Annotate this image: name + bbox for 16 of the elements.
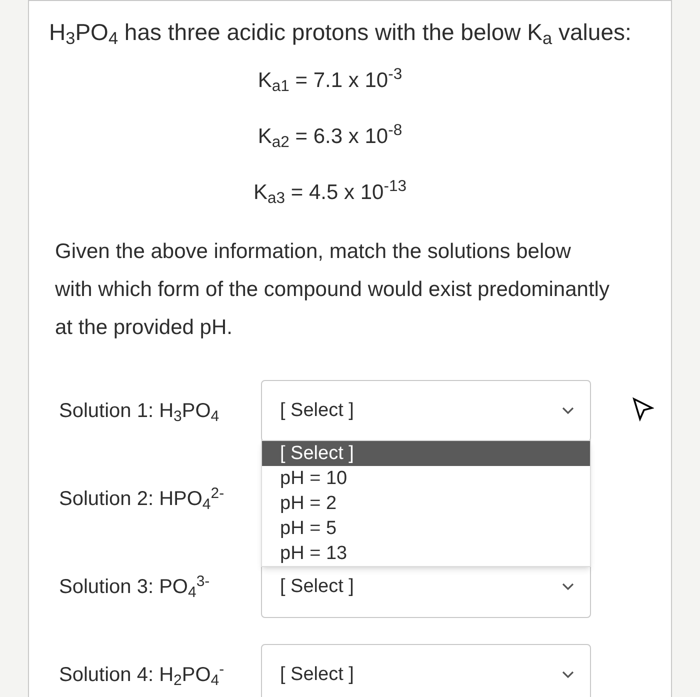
chevron-down-icon bbox=[562, 407, 574, 415]
intro-text: H$_{3}$PO$_{4}$ has three acidic protons with the below K$_{a}$ values: bbox=[49, 18, 632, 49]
dropdown-option[interactable]: pH = 10 bbox=[262, 466, 590, 491]
question-text: Given the above information, match the solutions below with which form of the compound would exist predominantly at the provided pH. bbox=[55, 239, 610, 341]
solution-label: Solution 1: H$_{3}$PO$_{4}$ bbox=[59, 399, 220, 426]
dropdown-option[interactable]: pH = 2 bbox=[262, 491, 590, 516]
mouse-cursor-icon bbox=[632, 397, 654, 423]
select-dropdown[interactable]: [ Select ] bbox=[261, 644, 591, 697]
chevron-down-icon bbox=[562, 583, 574, 591]
constant-text: K$_{a2}$ = 6.3 x 10$^{-8}$ bbox=[258, 121, 402, 153]
select-dropdown[interactable]: [ Select ] bbox=[261, 380, 591, 442]
chevron-down-icon bbox=[562, 671, 574, 679]
constant-text: K$_{a1}$ = 7.1 x 10$^{-3}$ bbox=[258, 65, 402, 97]
dropdown-option[interactable]: pH = 5 bbox=[262, 516, 590, 541]
dropdown-option[interactable]: [ Select ] bbox=[262, 441, 590, 466]
constant-text: K$_{a3}$ = 4.5 x 10$^{-13}$ bbox=[254, 177, 406, 209]
